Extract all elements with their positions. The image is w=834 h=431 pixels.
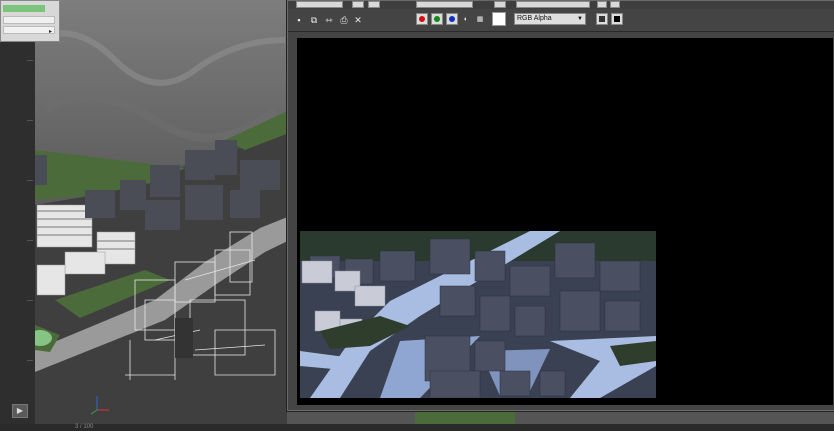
dialog-field[interactable] <box>3 16 55 24</box>
green-channel-button[interactable] <box>431 13 443 25</box>
render-preset-dropdown[interactable] <box>516 1 590 8</box>
preset-button[interactable] <box>597 1 607 8</box>
alpha-toggle-icon[interactable]: ◐ <box>460 14 472 26</box>
frame-buffer-top-controls <box>288 1 834 9</box>
frame-counter: 3 / 100 <box>75 424 94 430</box>
auto-region-button[interactable] <box>368 1 380 8</box>
axis-gizmo <box>90 396 109 415</box>
frame-buffer-window: ▪ ⧉ ⇿ ⎙ ✕ ◐ ▦ RGB Alpha ▼ <box>287 0 834 411</box>
render-canvas[interactable] <box>297 38 833 405</box>
arrow-icon: ▸ <box>48 29 52 35</box>
print-icon[interactable]: ⎙ <box>338 14 350 26</box>
blue-dot-icon <box>449 16 455 22</box>
strip-tick <box>27 60 33 61</box>
viewport-dropdown[interactable] <box>416 1 473 8</box>
copy-icon[interactable]: ⧉ <box>308 14 320 26</box>
toggle-ui-overlay-button[interactable] <box>596 13 608 25</box>
rendered-image <box>300 231 656 398</box>
floating-dialog: ▸ <box>0 0 60 42</box>
edit-region-button[interactable] <box>352 1 364 8</box>
monochrome-icon[interactable]: ▦ <box>474 14 486 26</box>
display-channel-select[interactable]: RGB Alpha ▼ <box>514 13 586 25</box>
toggle-ui-button[interactable] <box>611 13 623 25</box>
dialog-field[interactable]: ▸ <box>3 26 55 35</box>
color-swatch[interactable] <box>492 12 506 26</box>
blue-channel-button[interactable] <box>446 13 458 25</box>
clone-icon[interactable]: ⇿ <box>323 14 335 26</box>
strip-tick <box>27 180 33 181</box>
display-icon <box>614 16 620 22</box>
red-channel-button[interactable] <box>416 13 428 25</box>
preset-button[interactable] <box>610 1 620 8</box>
rendered-city <box>300 231 656 398</box>
strip-tick <box>27 300 33 301</box>
clear-icon[interactable]: ✕ <box>352 14 364 26</box>
lock-viewport-button[interactable] <box>494 1 506 8</box>
save-icon[interactable]: ▪ <box>293 14 305 26</box>
area-to-render-dropdown[interactable] <box>296 1 343 8</box>
left-command-strip: ▶ <box>0 0 36 431</box>
progress-bar <box>3 5 45 12</box>
frame-buffer-toolbar: ▪ ⧉ ⇿ ⎙ ✕ ◐ ▦ RGB Alpha ▼ <box>288 9 834 32</box>
play-button[interactable]: ▶ <box>12 404 28 418</box>
green-dot-icon <box>434 16 440 22</box>
strip-tick <box>27 240 33 241</box>
overlay-icon <box>599 16 605 22</box>
strip-tick <box>27 120 33 121</box>
red-dot-icon <box>419 16 425 22</box>
chevron-down-icon: ▼ <box>577 16 583 22</box>
display-channel-value: RGB Alpha <box>517 15 552 22</box>
timeline-bar <box>0 424 834 431</box>
strip-tick <box>27 360 33 361</box>
